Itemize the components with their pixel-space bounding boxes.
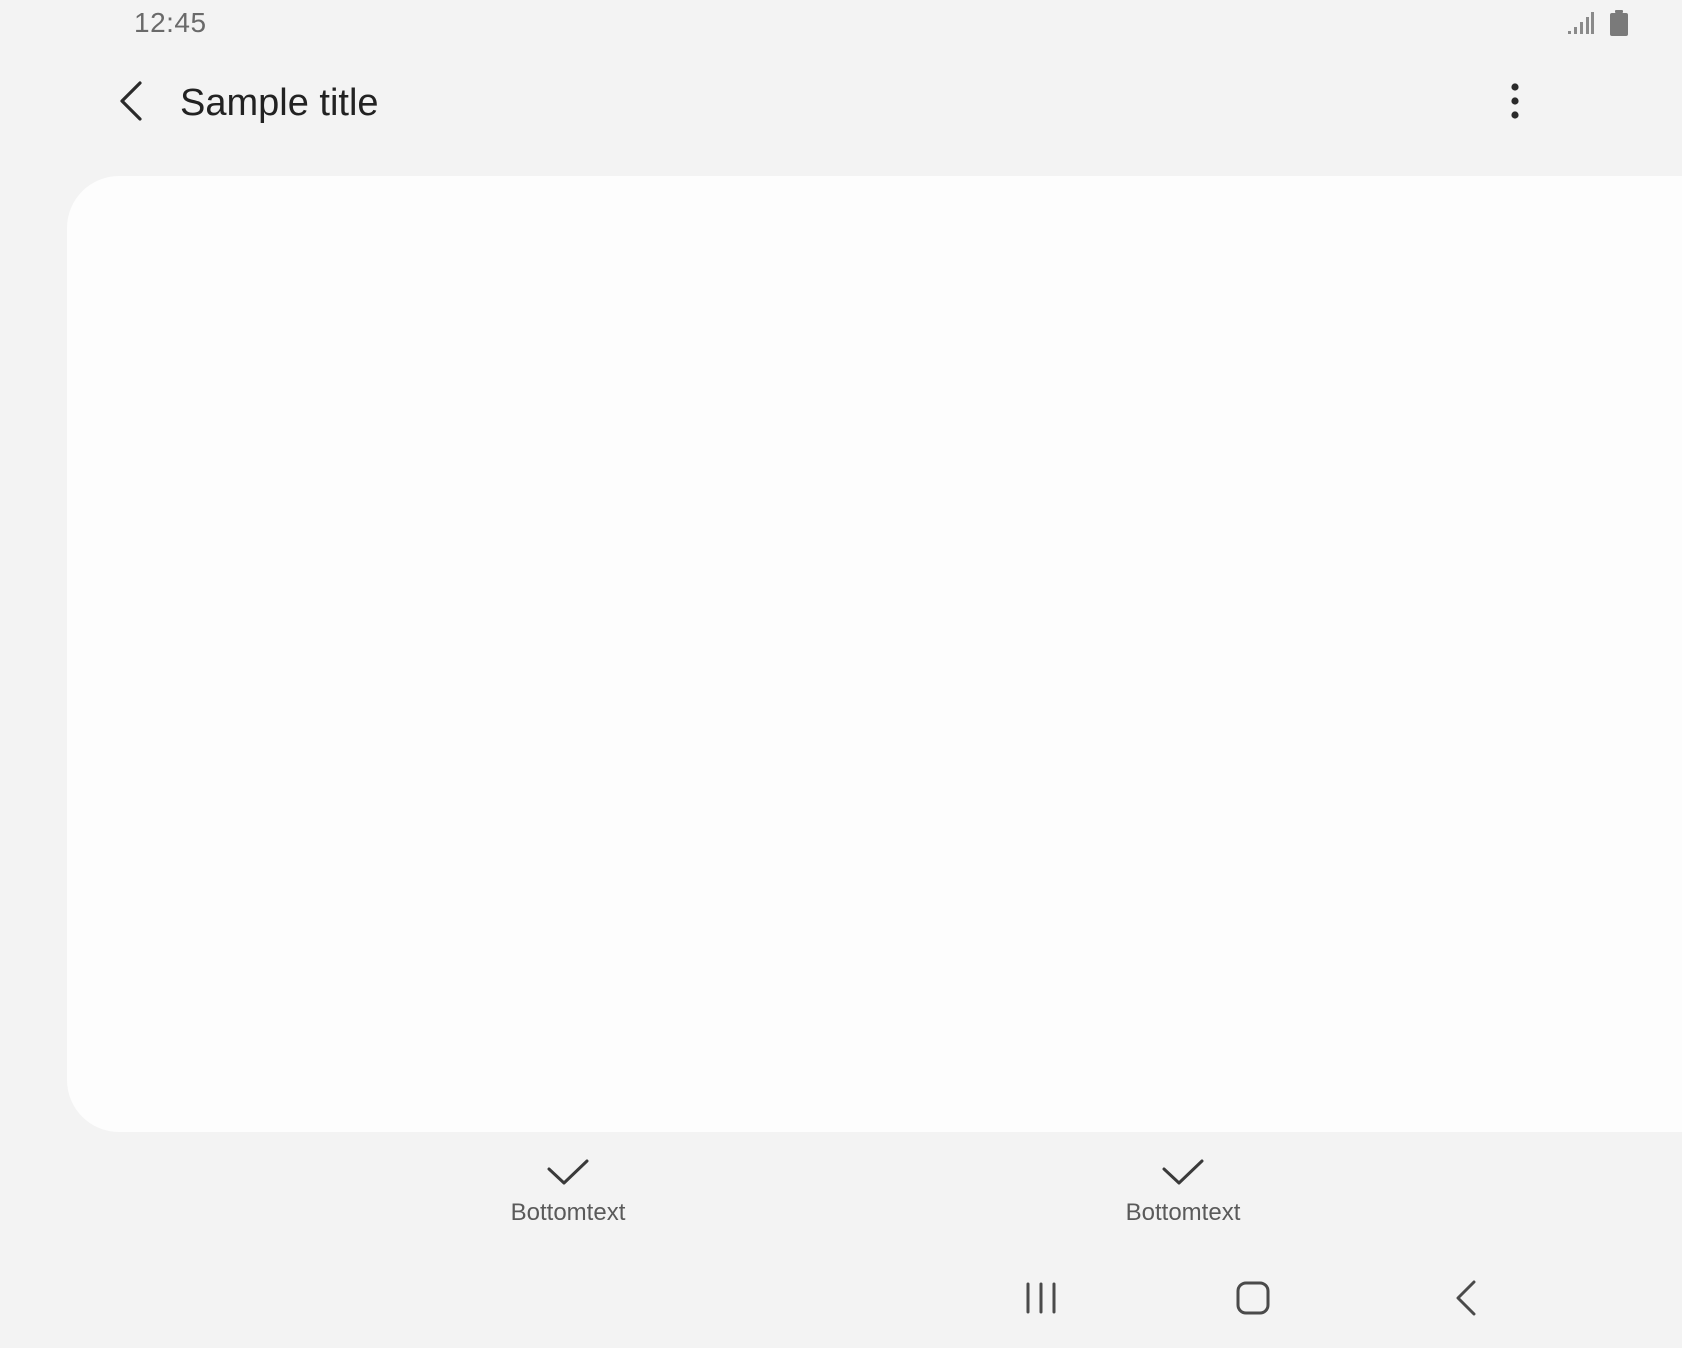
content-card (67, 176, 1682, 1132)
recent-apps-icon (1025, 1282, 1057, 1319)
home-icon (1236, 1281, 1270, 1320)
battery-icon (1610, 10, 1628, 36)
check-icon (546, 1158, 590, 1193)
status-icons (1568, 10, 1628, 36)
bottom-action-2[interactable]: Bottomtext (1093, 1158, 1273, 1227)
signal-icon (1568, 11, 1594, 35)
page-title: Sample title (180, 82, 379, 124)
nav-back-button[interactable] (1436, 1270, 1496, 1330)
bottom-action-1[interactable]: Bottomtext (478, 1158, 658, 1227)
more-options-button[interactable] (1492, 80, 1538, 126)
more-vertical-icon (1510, 82, 1520, 125)
chevron-left-icon (118, 80, 144, 127)
back-button[interactable] (108, 80, 154, 126)
navigation-bar (0, 1270, 1682, 1330)
status-time: 12:45 (134, 7, 207, 38)
recent-apps-button[interactable] (1011, 1270, 1071, 1330)
bottom-action-label: Bottomtext (1125, 1199, 1241, 1226)
bottom-actions: Bottomtext Bottomtext (0, 1158, 1682, 1238)
back-icon (1455, 1280, 1477, 1321)
home-button[interactable] (1223, 1270, 1283, 1330)
app-bar: Sample title (0, 70, 1682, 136)
check-icon (1161, 1158, 1205, 1193)
bottom-action-label: Bottomtext (510, 1199, 626, 1226)
